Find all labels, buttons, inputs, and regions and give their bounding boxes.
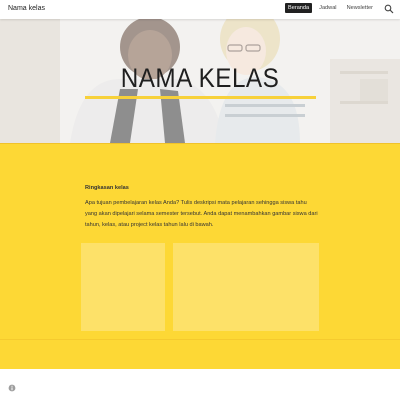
section-divider xyxy=(0,143,400,144)
summary-heading: Ringkasan kelas xyxy=(85,185,129,191)
search-icon[interactable] xyxy=(384,4,394,14)
nav-item-newsletter[interactable]: Newsletter xyxy=(344,3,376,13)
info-icon[interactable] xyxy=(8,384,16,392)
class-summary-section: Ringkasan kelas Apa tujuan pembelajaran … xyxy=(0,143,400,369)
main-nav: Beranda Jadwal Newsletter xyxy=(284,3,376,13)
site-title[interactable]: Nama kelas xyxy=(8,5,45,12)
nav-item-beranda[interactable]: Beranda xyxy=(284,3,313,13)
nav-item-jadwal[interactable]: Jadwal xyxy=(316,3,339,13)
summary-text: Apa tujuan pembelajaran kelas Anda? Tuli… xyxy=(85,200,318,228)
site-footer xyxy=(0,369,400,400)
image-placeholder-2[interactable] xyxy=(173,243,319,331)
page-title: NAMA KELAS xyxy=(120,63,280,93)
site-header: Nama kelas Beranda Jadwal Newsletter xyxy=(0,0,400,19)
image-placeholder-1[interactable] xyxy=(81,243,165,331)
title-underline xyxy=(85,96,316,99)
hero-banner: NAMA KELAS xyxy=(0,19,400,143)
section-divider xyxy=(0,339,400,340)
